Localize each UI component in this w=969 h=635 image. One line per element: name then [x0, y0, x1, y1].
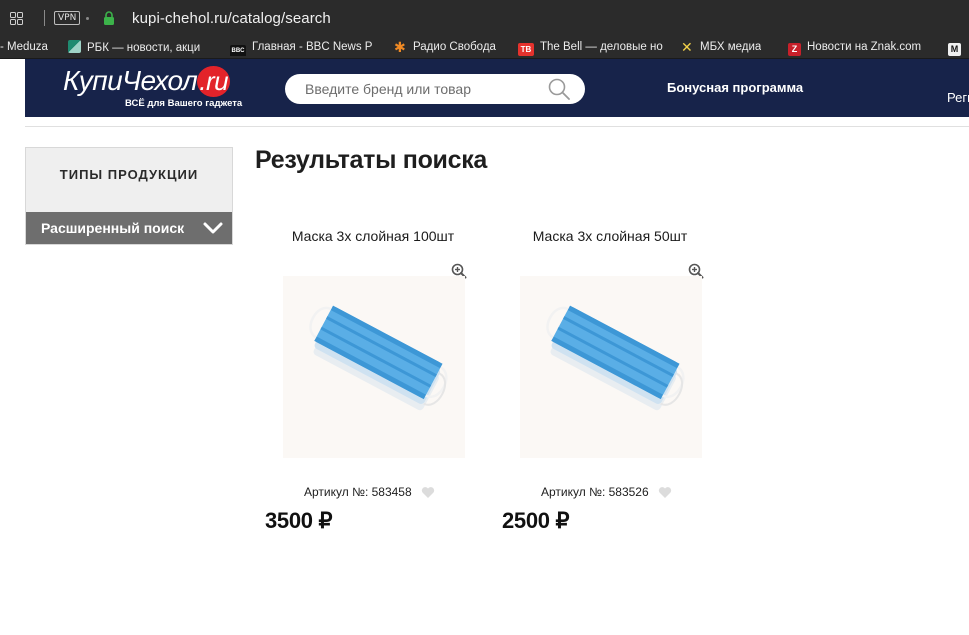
search-box[interactable]: [285, 74, 585, 104]
url-field[interactable]: kupi-chehol.ru/catalog/search: [132, 10, 331, 27]
product-types-heading[interactable]: ТИПЫ ПРОДУКЦИИ: [26, 148, 232, 212]
bookmark-label: The Bell — деловые но: [540, 41, 663, 53]
heart-icon[interactable]: [421, 486, 435, 499]
sidebar: ТИПЫ ПРОДУКЦИИ Расширенный поиск: [25, 147, 233, 245]
svoboda-icon: ✱: [394, 40, 406, 55]
product-price: 2500 ₽: [502, 508, 570, 533]
header-divider: [25, 126, 969, 127]
bookmark-label: - Meduza: [0, 41, 48, 53]
bookmark-mbh[interactable]: ✕ МБХ медиа: [681, 40, 761, 56]
bookmark-label: Главная - BBC News Р: [252, 41, 372, 53]
face-mask-image: [309, 305, 448, 411]
face-mask-image: [546, 305, 685, 411]
bookmark-svoboda[interactable]: ✱ Радио Свобода: [394, 40, 496, 56]
product-name[interactable]: Маска 3х слойная 100шт: [253, 228, 493, 244]
product-image[interactable]: [283, 276, 465, 458]
search-icon[interactable]: [548, 78, 570, 100]
product-image[interactable]: [520, 276, 702, 458]
bookmarks-bar: - Meduza РБК — новости, акци BBC Главная …: [0, 36, 969, 59]
logo-domain: .ru: [197, 66, 231, 97]
bonus-program-link[interactable]: Бонусная программа: [667, 80, 803, 95]
site-header: КупиЧехол.ru ВСЁ для Вашего гаджета Бону…: [25, 59, 969, 117]
lock-icon[interactable]: [103, 11, 115, 25]
chevron-down-icon: [203, 222, 223, 234]
bookmark-bbc[interactable]: BBC Главная - BBC News Р: [230, 40, 372, 56]
thebell-icon: TB: [518, 43, 534, 56]
toolbar-divider: [44, 10, 45, 26]
product-card[interactable]: Маска 3х слойная 100шт Артикул №: 583458: [253, 220, 493, 540]
bookmark-label: Радио Свобода: [413, 41, 496, 53]
m-icon: M: [948, 43, 961, 56]
bookmark-rbc[interactable]: РБК — новости, акци: [68, 40, 214, 56]
product-article: Артикул №: 583526: [541, 485, 649, 499]
site-logo[interactable]: КупиЧехол.ru ВСЁ для Вашего гаджета: [63, 65, 242, 109]
product-card[interactable]: Маска 3х слойная 50шт Артикул №: 583526: [490, 220, 730, 540]
search-input[interactable]: [305, 80, 535, 98]
heart-icon[interactable]: [658, 486, 672, 499]
bookmark-meduza[interactable]: - Meduza: [0, 40, 48, 56]
bookmark-znak[interactable]: Z Новости на Znak.com: [788, 40, 928, 56]
vpn-badge[interactable]: VPN: [54, 11, 81, 25]
advanced-search-toggle[interactable]: Расширенный поиск: [26, 212, 232, 244]
bookmark-label: РБК — новости, акци: [87, 42, 201, 54]
advanced-search-label: Расширенный поиск: [41, 220, 185, 236]
logo-tagline: ВСЁ для Вашего гаджета: [125, 98, 243, 109]
logo-text: КупиЧехол: [63, 65, 198, 96]
bbc-icon: BBC: [230, 45, 246, 56]
znak-icon: Z: [788, 43, 801, 56]
tab-overview-icon[interactable]: [10, 12, 23, 25]
page-title: Результаты поиска: [255, 146, 488, 174]
mbh-icon: ✕: [681, 40, 693, 55]
register-link[interactable]: Регис: [947, 90, 969, 105]
bookmark-label: МБХ медиа: [700, 41, 762, 53]
rbc-icon: [68, 40, 81, 53]
bookmark-thebell[interactable]: TB The Bell — деловые но: [518, 40, 664, 56]
browser-address-bar: VPN kupi-chehol.ru/catalog/search: [0, 0, 969, 36]
product-price: 3500 ₽: [265, 508, 333, 533]
bookmark-label: Новости на Znak.com: [807, 41, 922, 53]
product-article: Артикул №: 583458: [304, 485, 412, 499]
product-name[interactable]: Маска 3х слойная 50шт: [490, 228, 730, 244]
bookmark-m[interactable]: M: [948, 40, 969, 56]
status-dot: [86, 17, 89, 20]
